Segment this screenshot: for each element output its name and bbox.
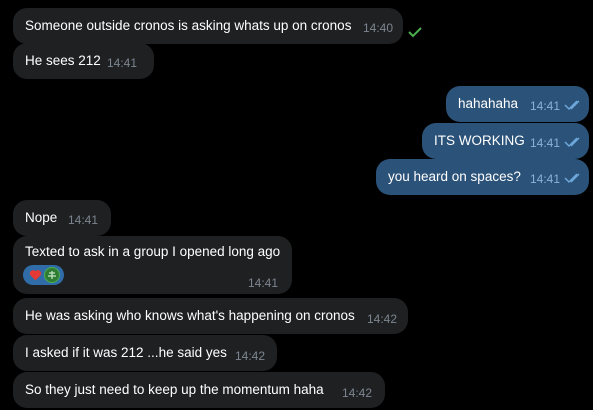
message-text: He sees 212 bbox=[25, 53, 101, 68]
message-text: Texted to ask in a group I opened long a… bbox=[25, 244, 281, 259]
message-bubble-incoming[interactable]: He was asking who knows what's happening… bbox=[13, 298, 408, 334]
message-text: I asked if it was 212 ...he said yes bbox=[25, 345, 227, 360]
message-bubble-incoming[interactable]: Nope 14:41 bbox=[13, 200, 111, 236]
reactor-avatar-icon bbox=[44, 267, 60, 283]
message-bubble-outgoing[interactable]: hahahaha 14:41 bbox=[446, 86, 589, 122]
message-text: hahahaha bbox=[458, 96, 519, 111]
read-check-icon bbox=[564, 137, 580, 147]
read-check-icon bbox=[564, 173, 580, 183]
message-bubble-incoming[interactable]: Texted to ask in a group I opened long a… bbox=[13, 236, 292, 294]
message-text: Someone outside cronos is asking whats u… bbox=[25, 18, 352, 33]
heart-icon bbox=[27, 267, 43, 283]
read-check-icon bbox=[564, 100, 580, 110]
message-time: 14:41 bbox=[530, 136, 561, 150]
message-bubble-outgoing[interactable]: ITS WORKING 14:41 bbox=[422, 123, 589, 159]
message-bubble-incoming[interactable]: I asked if it was 212 ...he said yes 14:… bbox=[13, 335, 277, 371]
message-text: He was asking who knows what's happening… bbox=[25, 308, 355, 323]
message-time: 14:40 bbox=[363, 21, 394, 35]
message-bubble-incoming[interactable]: Someone outside cronos is asking whats u… bbox=[13, 8, 403, 44]
message-bubble-incoming[interactable]: So they just need to keep up the momentu… bbox=[13, 372, 385, 408]
message-text: Nope bbox=[25, 210, 58, 225]
message-time: 14:42 bbox=[342, 386, 373, 400]
message-time: 14:41 bbox=[248, 276, 279, 290]
sent-check-icon bbox=[408, 27, 422, 38]
message-time: 14:42 bbox=[367, 312, 398, 326]
message-bubble-incoming[interactable]: He sees 212 14:41 bbox=[13, 43, 154, 79]
reaction-chip[interactable] bbox=[23, 265, 64, 285]
message-bubble-outgoing[interactable]: you heard on spaces? 14:41 bbox=[376, 159, 589, 195]
message-text: you heard on spaces? bbox=[388, 169, 521, 184]
message-text: So they just need to keep up the momentu… bbox=[25, 382, 324, 397]
message-time: 14:41 bbox=[107, 56, 138, 70]
message-text: ITS WORKING bbox=[434, 133, 525, 148]
message-time: 14:41 bbox=[68, 213, 99, 227]
message-time: 14:41 bbox=[530, 172, 561, 186]
message-time: 14:41 bbox=[530, 99, 561, 113]
message-time: 14:42 bbox=[235, 349, 266, 363]
